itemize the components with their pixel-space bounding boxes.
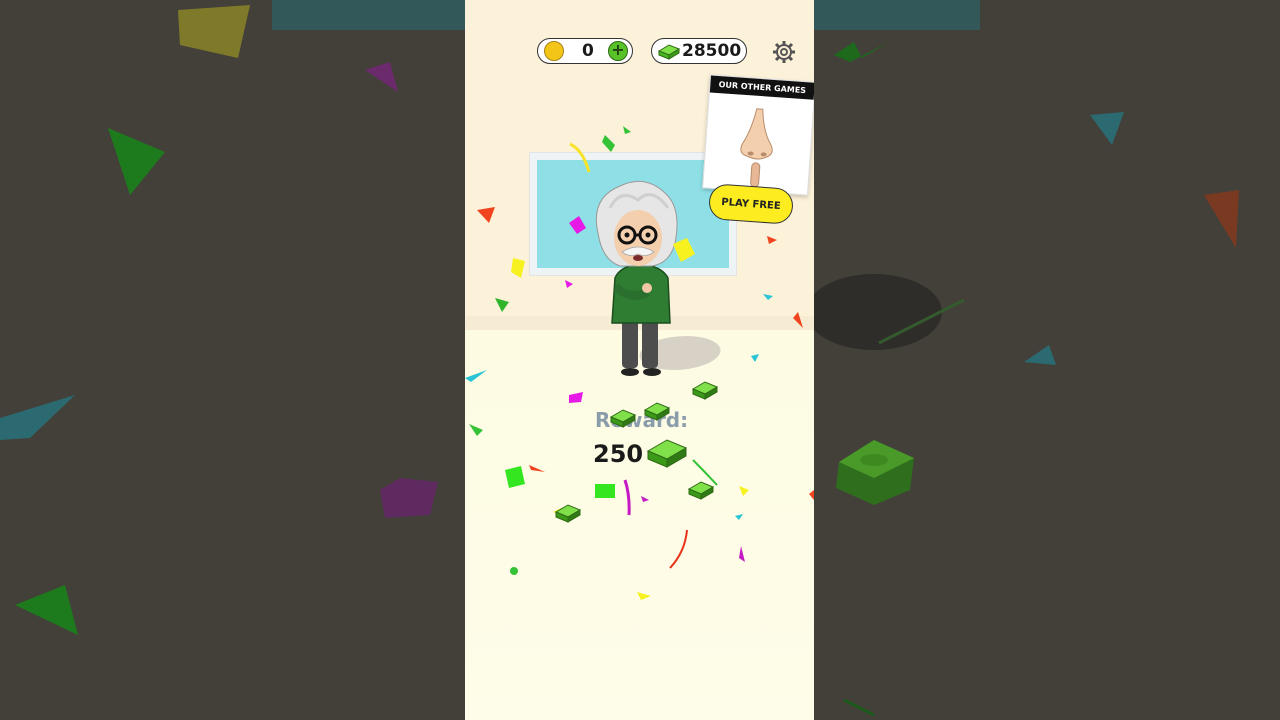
cash-bundle bbox=[687, 481, 715, 500]
cash-bundle bbox=[554, 504, 582, 523]
cash-bundle bbox=[643, 402, 671, 421]
flying-cash-layer bbox=[554, 381, 719, 523]
game-screen[interactable]: 0 + 28500 OUR OTHER GAMES PLAY FREE Rewa… bbox=[465, 0, 814, 720]
cash-bundle bbox=[609, 409, 637, 428]
cash-bundle bbox=[691, 381, 719, 400]
cash-bundle bbox=[646, 439, 688, 468]
background-right-blur bbox=[814, 0, 1280, 720]
background-left-blur bbox=[0, 0, 465, 720]
